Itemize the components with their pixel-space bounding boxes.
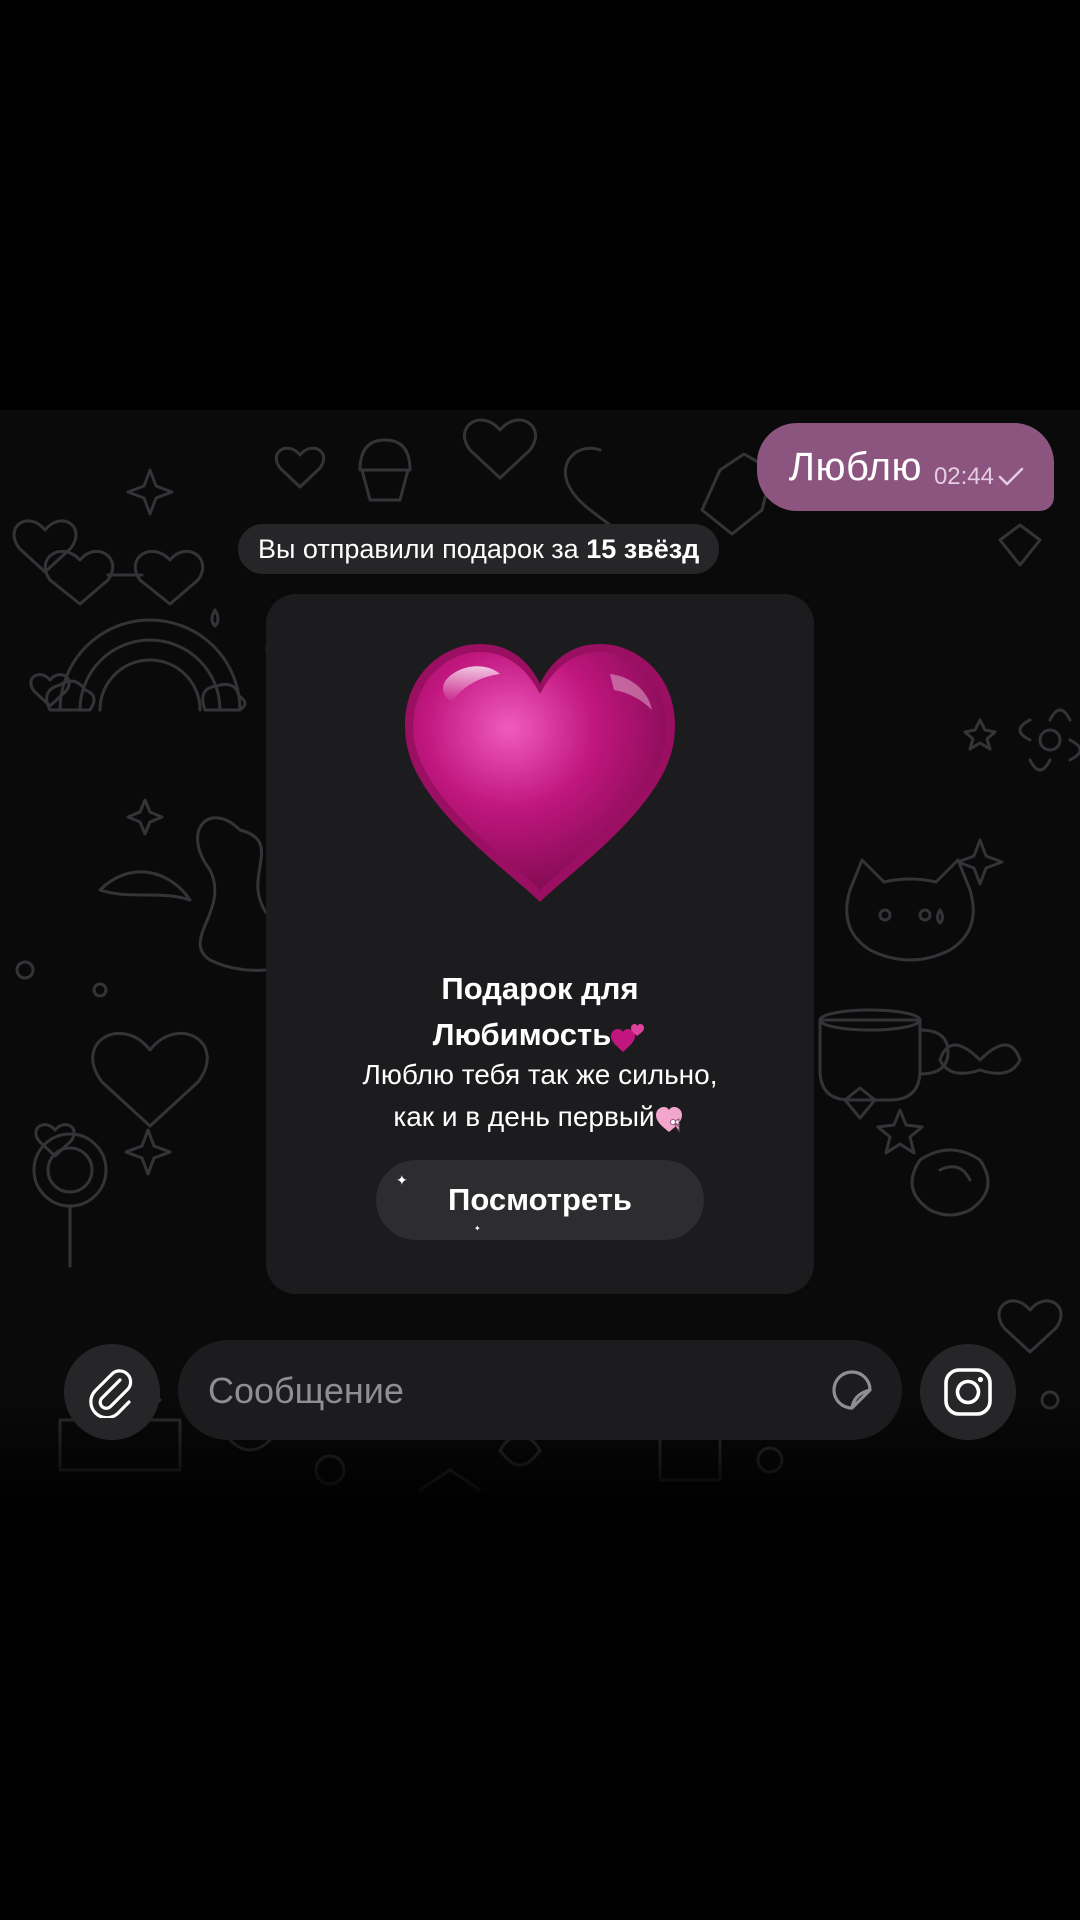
gift-service-message: Вы отправили подарок за 15 звёзд: [238, 524, 720, 574]
gift-title-line2-row: Любимость: [266, 1012, 814, 1058]
view-gift-button[interactable]: Посмотреть: [376, 1160, 704, 1240]
two-hearts-icon: [611, 1023, 645, 1052]
gift-description: Люблю тебя так же сильно, как и в день п…: [266, 1054, 814, 1138]
gift-title: Подарок для Любимость: [266, 966, 814, 1058]
gift-card[interactable]: Подарок для Любимость Люблю тебя так же …: [266, 594, 814, 1294]
service-message-prefix: Вы отправили подарок за: [258, 533, 587, 564]
message-time: 02:44: [933, 463, 994, 490]
gift-desc-line1: Люблю тебя так же сильно,: [362, 1059, 718, 1090]
gift-desc-line2: как и в день первый: [393, 1101, 655, 1132]
message-field[interactable]: [178, 1340, 902, 1442]
message-text: Люблю: [788, 444, 922, 489]
sparkle-icon: ✦: [396, 1172, 408, 1188]
sparkle-icon: ✦: [474, 1224, 481, 1233]
gift-title-line1: Подарок для: [441, 971, 639, 1006]
screen: Люблю 02:44 Вы отправили подарок за 15 з…: [0, 0, 1080, 1920]
pink-heart-icon: [405, 644, 675, 902]
instagram-camera-icon: [944, 1368, 992, 1416]
attach-button[interactable]: [64, 1344, 160, 1440]
heart-with-ribbon-icon: [655, 1106, 682, 1133]
paperclip-icon: [89, 1369, 133, 1418]
camera-button[interactable]: [920, 1344, 1016, 1440]
gift-title-line2: Любимость: [432, 1017, 612, 1052]
outgoing-message-bubble[interactable]: Люблю 02:44: [756, 423, 1054, 511]
gift-desc-line2-row: как и в день первый: [266, 1096, 814, 1138]
sticker-icon[interactable]: [830, 1368, 874, 1412]
message-input[interactable]: [206, 1340, 790, 1442]
service-message-amount: 15 звёзд: [586, 533, 700, 564]
message-meta: 02:44: [934, 463, 1024, 491]
single-check-icon: [998, 467, 1024, 486]
